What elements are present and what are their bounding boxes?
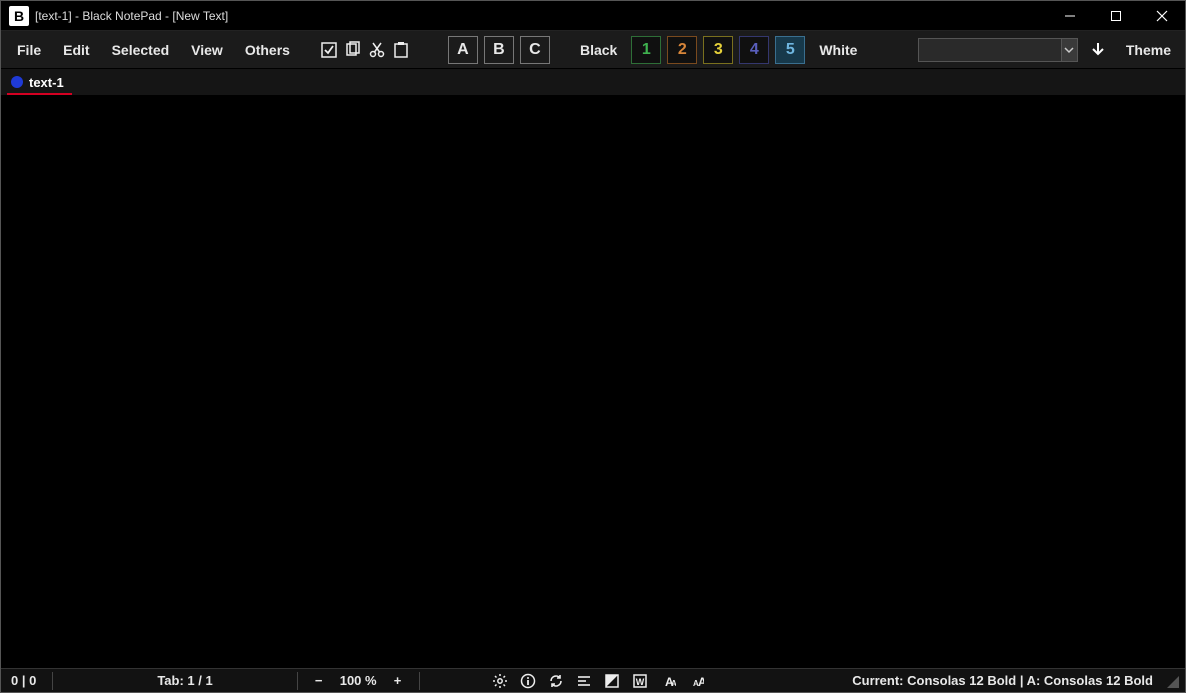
font-decrease-icon[interactable]: AA bbox=[686, 671, 706, 691]
status-bar: 0 | 0 Tab: 1 / 1 − 100 % + W AA bbox=[1, 668, 1185, 692]
gear-icon[interactable] bbox=[490, 671, 510, 691]
zoom-out-button[interactable]: − bbox=[310, 673, 328, 688]
minimize-button[interactable] bbox=[1047, 1, 1093, 31]
download-arrow-icon[interactable] bbox=[1086, 38, 1110, 62]
menu-edit[interactable]: Edit bbox=[53, 38, 99, 62]
contrast-icon[interactable] bbox=[602, 671, 622, 691]
copy-icon[interactable] bbox=[342, 39, 364, 61]
zoom-in-button[interactable]: + bbox=[389, 673, 407, 688]
resize-grip-icon[interactable] bbox=[1165, 674, 1179, 688]
app-window: B [text-1] - Black NotePad - [New Text] … bbox=[0, 0, 1186, 693]
align-icon[interactable] bbox=[574, 671, 594, 691]
toolbar: File Edit Selected View Others A B C Bla… bbox=[1, 31, 1185, 69]
theme-button[interactable]: Theme bbox=[1118, 38, 1179, 62]
white-theme-label: White bbox=[809, 42, 867, 58]
font-info: Current: Consolas 12 Bold | A: Consolas … bbox=[848, 673, 1157, 688]
preset-4-button[interactable]: 4 bbox=[739, 36, 769, 64]
window-title: [text-1] - Black NotePad - [New Text] bbox=[35, 9, 228, 23]
font-dropdown-value bbox=[919, 41, 923, 55]
preset-2-button[interactable]: 2 bbox=[667, 36, 697, 64]
preset-1-button[interactable]: 1 bbox=[631, 36, 661, 64]
svg-text:A: A bbox=[698, 675, 704, 689]
unsaved-indicator-icon bbox=[11, 76, 23, 88]
paste-icon[interactable] bbox=[390, 39, 412, 61]
style-a-button[interactable]: A bbox=[448, 36, 478, 64]
tab-strip: text-1 bbox=[1, 69, 1185, 95]
svg-text:A: A bbox=[671, 679, 676, 688]
zoom-level: 100 % bbox=[336, 673, 381, 688]
menu-selected[interactable]: Selected bbox=[102, 38, 180, 62]
title-bar: B [text-1] - Black NotePad - [New Text] bbox=[1, 1, 1185, 31]
menu-file[interactable]: File bbox=[7, 38, 51, 62]
menu-others[interactable]: Others bbox=[235, 38, 300, 62]
font-increase-icon[interactable]: AA bbox=[658, 671, 678, 691]
menu-view[interactable]: View bbox=[181, 38, 233, 62]
cursor-position: 0 | 0 bbox=[7, 673, 40, 688]
cut-icon[interactable] bbox=[366, 39, 388, 61]
maximize-button[interactable] bbox=[1093, 1, 1139, 31]
svg-text:W: W bbox=[635, 677, 644, 687]
sync-icon[interactable] bbox=[546, 671, 566, 691]
black-theme-label: Black bbox=[570, 42, 627, 58]
close-button[interactable] bbox=[1139, 1, 1185, 31]
tab-indicator: Tab: 1 / 1 bbox=[153, 673, 216, 688]
document-tab-label: text-1 bbox=[29, 75, 64, 90]
style-b-button[interactable]: B bbox=[484, 36, 514, 64]
app-logo-icon: B bbox=[9, 6, 29, 26]
preset-5-button[interactable]: 5 bbox=[775, 36, 805, 64]
style-c-button[interactable]: C bbox=[520, 36, 550, 64]
font-dropdown[interactable] bbox=[918, 38, 1078, 62]
text-editor-area[interactable] bbox=[1, 95, 1185, 668]
document-tab[interactable]: text-1 bbox=[7, 73, 72, 95]
chevron-down-icon[interactable] bbox=[1061, 39, 1077, 61]
preset-3-button[interactable]: 3 bbox=[703, 36, 733, 64]
info-icon[interactable] bbox=[518, 671, 538, 691]
wrap-icon[interactable]: W bbox=[630, 671, 650, 691]
select-all-icon[interactable] bbox=[318, 39, 340, 61]
